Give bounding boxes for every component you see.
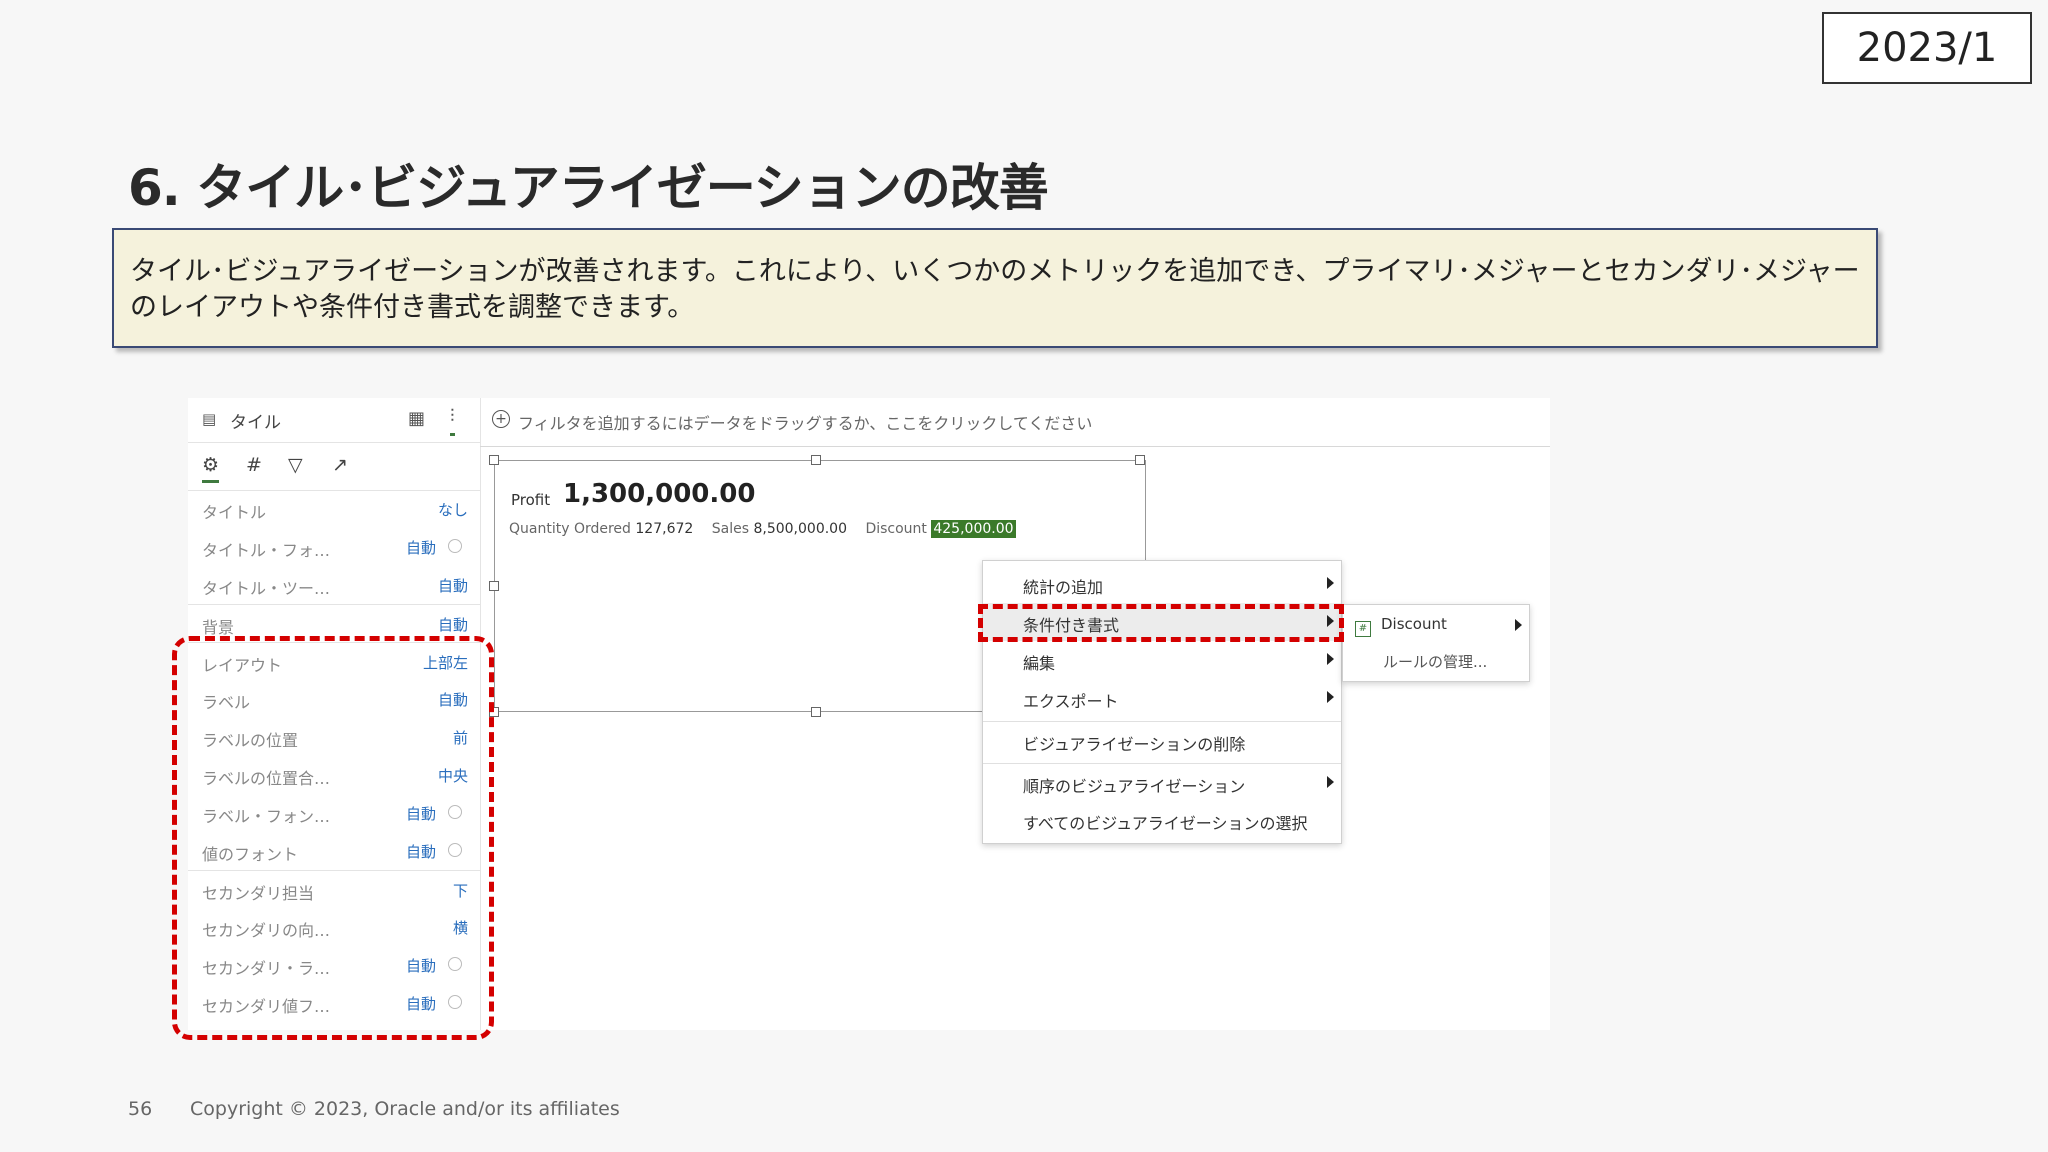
metric-label: Quantity Ordered <box>509 521 631 537</box>
menu-item-label: エクスポート <box>1023 692 1119 711</box>
metric-label: Sales <box>711 521 750 537</box>
add-filter-icon[interactable]: + <box>492 410 510 428</box>
submenu-item-discount[interactable]: # Discount <box>1355 615 1447 637</box>
metric-value: 8,500,000.00 <box>753 521 847 537</box>
chevron-right-icon <box>1515 619 1522 631</box>
description-box: タイル･ビジュアライゼーションが改善されます。これにより、いくつかのメトリックを… <box>112 228 1878 348</box>
metric-value: 127,672 <box>635 521 694 537</box>
resize-handle[interactable] <box>489 581 499 591</box>
prop-label: タイトル <box>202 503 267 522</box>
properties-icon[interactable]: ⫶ <box>450 406 455 436</box>
chevron-right-icon <box>1327 577 1334 589</box>
highlight-menu-box <box>978 604 1344 642</box>
primary-measure-label: Profit <box>511 491 551 509</box>
prop-label: 背景 <box>202 618 235 637</box>
panel-title: タイル <box>230 413 281 433</box>
menu-item-label: ビジュアライゼーションの削除 <box>1023 735 1246 754</box>
menu-item-label: 統計の追加 <box>1023 578 1104 597</box>
submenu-item-label: Discount <box>1381 615 1447 633</box>
prop-row-title-tooltip[interactable]: タイトル・ツー… 自動 <box>188 566 480 604</box>
filter-bar[interactable]: + フィルタを追加するにはデータをドラッグするか、ここをクリックしてください <box>480 398 1550 447</box>
date-box: 2023/1 <box>1822 12 2032 84</box>
chevron-right-icon <box>1327 653 1334 665</box>
reset-icon[interactable] <box>448 539 462 553</box>
grammar-icon[interactable]: ▦ <box>408 408 425 429</box>
resize-handle[interactable] <box>811 707 821 717</box>
menu-item-label: 順序のビジュアライゼーション <box>1023 777 1246 796</box>
tab-filter-icon[interactable]: ▽ <box>288 454 303 476</box>
chevron-right-icon <box>1327 776 1334 788</box>
prop-row-title-font[interactable]: タイトル・フォ… 自動 <box>188 528 480 566</box>
menu-item-export[interactable]: エクスポート <box>983 679 1341 717</box>
page-number: 56 <box>128 1098 153 1120</box>
copyright: Copyright © 2023, Oracle and/or its affi… <box>190 1098 620 1120</box>
prop-value[interactable]: なし <box>438 499 468 520</box>
menu-item-edit[interactable]: 編集 <box>983 641 1341 679</box>
menu-item-label: すべてのビジュアライゼーションの選択 <box>1023 814 1308 833</box>
resize-handle[interactable] <box>1135 455 1145 465</box>
prop-label: タイトル・ツー… <box>202 579 331 598</box>
menu-item-add-statistics[interactable]: 統計の追加 <box>983 565 1341 603</box>
slide-title: 6. タイル･ビジュアライゼーションの改善 <box>128 159 1049 217</box>
tab-values-hash-icon[interactable]: # <box>246 454 262 476</box>
resize-handle[interactable] <box>489 455 499 465</box>
menu-item-select-all-visualizations[interactable]: すべてのビジュアライゼーションの選択 <box>983 801 1341 839</box>
panel-tabs: ⚙ # ▽ ↗ <box>188 442 480 491</box>
prop-row-title[interactable]: タイトル なし <box>188 490 480 528</box>
menu-item-delete-visualization[interactable]: ビジュアライゼーションの削除 <box>983 721 1341 760</box>
secondary-metrics: Quantity Ordered 127,672 Sales 8,500,000… <box>509 520 1016 538</box>
prop-label: タイトル・フォ… <box>202 541 331 560</box>
metric-label: Discount <box>865 521 927 537</box>
metric-value-highlighted: 425,000.00 <box>931 520 1016 538</box>
tab-analytics-trend-icon[interactable]: ↗ <box>332 454 348 476</box>
submenu-item-manage-rules[interactable]: ルールの管理... <box>1383 651 1487 672</box>
prop-value[interactable]: 自動 <box>438 575 468 596</box>
chevron-right-icon <box>1327 691 1334 703</box>
prop-value[interactable]: 自動 <box>406 537 436 558</box>
resize-handle[interactable] <box>811 455 821 465</box>
highlight-panel-box <box>172 636 494 1040</box>
panel-header: ▤ タイル ▦ ⫶ <box>188 398 480 443</box>
menu-item-order-visualization[interactable]: 順序のビジュアライゼーション <box>983 763 1341 802</box>
date-text: 2023/1 <box>1856 25 1998 71</box>
primary-measure-value: 1,300,000.00 <box>563 479 756 509</box>
hash-icon: # <box>1355 621 1371 637</box>
context-menu: 統計の追加 条件付き書式 編集 エクスポート ビジュアライゼーションの削除 順序… <box>982 560 1342 844</box>
tab-general-gear-icon[interactable]: ⚙ <box>202 454 220 483</box>
prop-value[interactable]: 自動 <box>438 614 468 635</box>
description-text: タイル･ビジュアライゼーションが改善されます。これにより、いくつかのメトリックを… <box>130 256 1860 323</box>
tile-icon: ▤ <box>202 410 217 428</box>
menu-item-label: 編集 <box>1023 654 1056 673</box>
filter-bar-text: フィルタを追加するにはデータをドラッグするか、ここをクリックしてください <box>518 414 1093 433</box>
submenu: # Discount ルールの管理... <box>1342 604 1530 682</box>
